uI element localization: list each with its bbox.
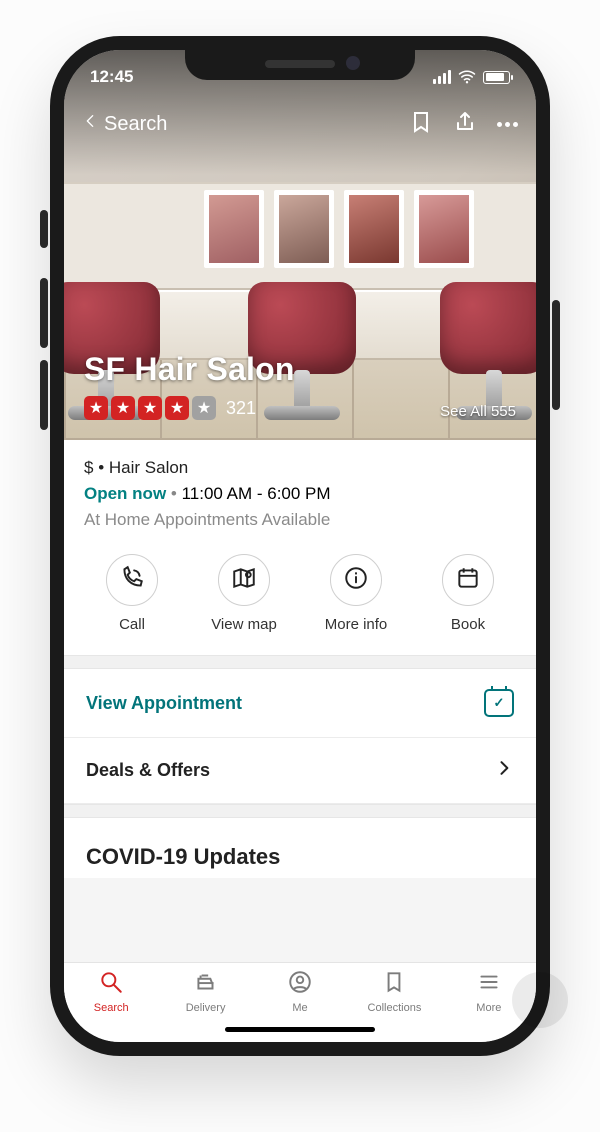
tab-label: Collections: [368, 1002, 422, 1014]
open-status: Open now: [84, 484, 166, 503]
hero-art-photo: [204, 190, 264, 268]
calendar-icon: [455, 565, 481, 596]
info-icon: [343, 565, 369, 596]
phone-frame: 12:45 Search: [50, 36, 550, 1056]
rating-stars: ★ ★ ★ ★ ★: [84, 396, 216, 420]
dot-separator: •: [98, 458, 104, 477]
hero-art-photo: [274, 190, 334, 268]
more-info-button[interactable]: More info: [300, 554, 412, 633]
overflow-menu-button[interactable]: [497, 122, 518, 127]
star-icon: ★: [138, 396, 162, 420]
star-icon: ★: [84, 396, 108, 420]
chevron-left-icon: [82, 109, 98, 139]
book-label: Book: [451, 616, 485, 633]
review-count: 321: [226, 398, 256, 419]
hero-art-photo: [344, 190, 404, 268]
action-row: Call View map More info: [64, 540, 536, 655]
phone-power-button: [552, 300, 560, 410]
business-category: Hair Salon: [109, 458, 188, 477]
calendar-check-icon: [484, 689, 514, 717]
more-info-label: More info: [325, 616, 388, 633]
phone-volume-up: [40, 278, 48, 348]
chevron-right-icon: [494, 758, 514, 783]
business-note: At Home Appointments Available: [84, 510, 516, 530]
view-map-button[interactable]: View map: [188, 554, 300, 633]
deals-label: Deals & Offers: [86, 760, 210, 781]
deals-row[interactable]: Deals & Offers: [64, 738, 536, 804]
business-info: $ • Hair Salon Open now • 11:00 AM - 6:0…: [64, 440, 536, 540]
rating-row[interactable]: ★ ★ ★ ★ ★ 321 See All 555: [84, 396, 516, 420]
tab-more[interactable]: More: [442, 969, 536, 1042]
app-screen: 12:45 Search: [64, 50, 536, 1042]
search-icon: [98, 969, 124, 998]
back-button[interactable]: Search: [82, 109, 167, 139]
tab-label: Delivery: [186, 1002, 226, 1014]
phone-volume-down: [40, 360, 48, 430]
home-indicator[interactable]: [225, 1027, 375, 1032]
phone-mute-switch: [40, 210, 48, 248]
star-icon: ★: [111, 396, 135, 420]
view-appointment-label: View Appointment: [86, 693, 242, 714]
call-label: Call: [119, 616, 145, 633]
battery-icon: [483, 71, 510, 84]
phone-icon: [119, 565, 145, 596]
section-gap: [64, 804, 536, 818]
back-label: Search: [104, 113, 167, 136]
bookmark-button[interactable]: [409, 110, 433, 139]
delivery-icon: [193, 969, 219, 998]
menu-icon: [476, 969, 502, 998]
scroll-body[interactable]: $ • Hair Salon Open now • 11:00 AM - 6:0…: [64, 440, 536, 1042]
covid-updates-title: COVID-19 Updates: [64, 818, 536, 878]
nav-bar: Search: [64, 102, 536, 146]
tab-search[interactable]: Search: [64, 969, 158, 1042]
phone-notch: [185, 48, 415, 80]
hero-art-photo: [414, 190, 474, 268]
status-time: 12:45: [90, 67, 133, 87]
user-icon: [287, 969, 313, 998]
dot-separator: •: [166, 484, 181, 503]
tab-bar: Search Delivery Me Collections: [64, 962, 536, 1042]
bookmark-icon: [381, 969, 407, 998]
see-all-photos-button[interactable]: See All 555: [440, 403, 516, 420]
wifi-icon: [458, 68, 476, 86]
view-map-label: View map: [211, 616, 277, 633]
share-button[interactable]: [453, 110, 477, 139]
map-icon: [231, 565, 257, 596]
business-hours: 11:00 AM - 6:00 PM: [182, 484, 331, 503]
cell-signal-icon: [433, 70, 451, 84]
business-name: SF Hair Salon: [84, 351, 516, 388]
book-button[interactable]: Book: [412, 554, 524, 633]
tab-label: Search: [94, 1002, 129, 1014]
tab-label: Me: [292, 1002, 307, 1014]
star-icon: ★: [192, 396, 216, 420]
star-icon: ★: [165, 396, 189, 420]
section-gap: [64, 655, 536, 669]
call-button[interactable]: Call: [76, 554, 188, 633]
view-appointment-row[interactable]: View Appointment: [64, 669, 536, 738]
business-hero: 12:45 Search: [64, 50, 536, 440]
price-range: $: [84, 458, 93, 477]
tab-label: More: [476, 1002, 501, 1014]
